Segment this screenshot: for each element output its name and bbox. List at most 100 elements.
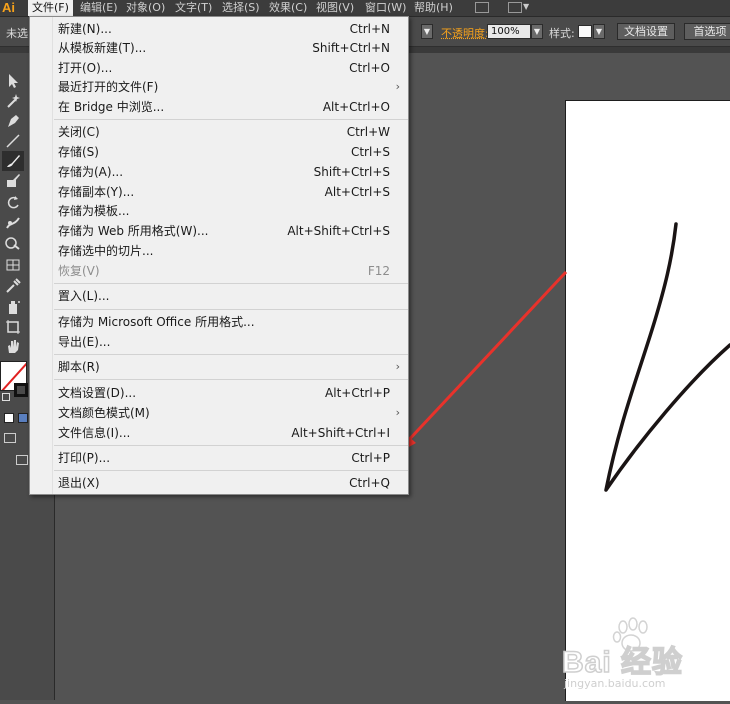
graphic-style-swatch[interactable] — [578, 25, 592, 38]
stroke-weight-dropdown[interactable]: ▼ — [421, 24, 433, 39]
menu-object[interactable]: 对象(O) — [122, 0, 169, 16]
menu-item-file-info[interactable]: 文件信息(I)... Alt+Shift+Ctrl+I — [30, 423, 408, 443]
menu-separator — [54, 379, 408, 380]
default-colors-icon[interactable] — [2, 393, 10, 401]
menu-item-print[interactable]: 打印(P)... Ctrl+P — [30, 448, 408, 468]
selection-tool-icon[interactable] — [2, 71, 24, 91]
magic-wand-tool-icon[interactable] — [2, 91, 24, 111]
menu-select[interactable]: 选择(S) — [218, 0, 264, 16]
menu-effect[interactable]: 效果(C) — [265, 0, 311, 16]
menu-item-new[interactable]: 新建(N)... Ctrl+N — [30, 19, 408, 39]
file-menu-dropdown: 新建(N)... Ctrl+N 从模板新建(T)... Shift+Ctrl+N… — [29, 16, 409, 495]
submenu-arrow-icon: › — [395, 360, 400, 373]
menu-item-label: 从模板新建(T)... — [58, 41, 147, 55]
menu-item-save-copy[interactable]: 存储副本(Y)... Alt+Ctrl+S — [30, 182, 408, 202]
selection-status: 未选 — [6, 27, 28, 40]
blob-brush-tool-icon[interactable] — [2, 171, 24, 191]
eyedropper-tool-icon[interactable] — [2, 275, 24, 295]
watermark-subtext: jingyan.baidu.com — [564, 677, 666, 690]
menu-item-label: 导出(E)... — [58, 335, 111, 349]
menu-item-label: 关闭(C) — [58, 125, 100, 139]
menu-separator — [54, 445, 408, 446]
menu-item-save-selected-slices[interactable]: 存储选中的切片... — [30, 241, 408, 261]
menu-item-scripts[interactable]: 脚本(R) › — [30, 357, 408, 377]
menu-item-label: 文件信息(I)... — [58, 426, 131, 440]
chevron-down-icon[interactable]: ▼ — [523, 2, 529, 11]
menu-item-save-for-office[interactable]: 存储为 Microsoft Office 所用格式... — [30, 312, 408, 332]
menu-item-label: 存储为 Web 所用格式(W)... — [58, 224, 209, 238]
menu-item-place[interactable]: 置入(L)... — [30, 286, 408, 306]
pen-tool-icon[interactable] — [2, 111, 24, 131]
menu-item-open[interactable]: 打开(O)... Ctrl+O — [30, 58, 408, 78]
warp-tool-icon[interactable] — [2, 213, 24, 233]
menu-item-label: 存储副本(Y)... — [58, 185, 135, 199]
menu-item-open-recent[interactable]: 最近打开的文件(F) › — [30, 77, 408, 97]
menu-window[interactable]: 窗口(W) — [361, 0, 410, 16]
menu-separator — [54, 354, 408, 355]
menu-item-label: 打开(O)... — [58, 61, 113, 75]
annotation-arrow-shaft — [403, 270, 568, 446]
menu-item-exit[interactable]: 退出(X) Ctrl+Q — [30, 473, 408, 493]
menu-item-label: 恢复(V) — [58, 264, 100, 278]
rotate-tool-icon[interactable] — [2, 193, 24, 213]
submenu-arrow-icon: › — [395, 406, 400, 419]
menu-item-label: 最近打开的文件(F) — [58, 80, 159, 94]
arrange-documents-icon[interactable] — [508, 2, 522, 13]
menu-item-label: 退出(X) — [58, 476, 100, 490]
menu-item-revert: 恢复(V) F12 — [30, 261, 408, 281]
menu-file[interactable]: 文件(F) — [28, 0, 73, 16]
draw-mode-icon[interactable] — [4, 433, 16, 443]
menu-item-label: 存储选中的切片... — [58, 244, 154, 258]
menu-item-save[interactable]: 存储(S) Ctrl+S — [30, 142, 408, 162]
submenu-arrow-icon: › — [395, 80, 400, 93]
menu-edit[interactable]: 编辑(E) — [76, 0, 122, 16]
gradient-mode-icon[interactable] — [18, 413, 28, 423]
menu-item-save-as-template[interactable]: 存储为模板... — [30, 201, 408, 221]
perspective-grid-tool-icon[interactable] — [2, 255, 24, 275]
opacity-label[interactable]: 不透明度: — [441, 25, 489, 41]
artboard[interactable] — [565, 100, 730, 701]
hand-tool-icon[interactable] — [2, 337, 24, 357]
menu-separator — [54, 470, 408, 471]
menu-item-shortcut: Ctrl+P — [351, 451, 390, 465]
watermark-text: Bai 经验 — [561, 645, 684, 680]
style-dropdown[interactable]: ▼ — [593, 24, 605, 39]
menu-view[interactable]: 视图(V) — [312, 0, 358, 16]
menu-item-browse-in-bridge[interactable]: 在 Bridge 中浏览... Alt+Ctrl+O — [30, 97, 408, 117]
menu-item-shortcut: Ctrl+N — [349, 22, 390, 36]
watermark-logo: Bai 经验 jingyan.baidu.com — [560, 615, 730, 700]
menu-item-shortcut: Alt+Ctrl+O — [322, 100, 390, 114]
document-setup-button[interactable]: 文档设置 — [617, 23, 675, 40]
menu-item-shortcut: Alt+Ctrl+S — [324, 185, 390, 199]
preferences-button[interactable]: 首选项 — [684, 23, 730, 40]
stroke-color-swatch[interactable] — [14, 383, 28, 397]
artboard-tool-icon[interactable] — [2, 317, 24, 337]
color-mode-icon[interactable] — [4, 413, 14, 423]
menu-item-shortcut: Alt+Shift+Ctrl+S — [287, 224, 390, 238]
bridge-icon[interactable] — [475, 2, 489, 13]
menu-item-document-setup[interactable]: 文档设置(D)... Alt+Ctrl+P — [30, 383, 408, 403]
opacity-input[interactable]: 100% — [487, 24, 531, 39]
menu-item-shortcut: Shift+Ctrl+N — [312, 41, 390, 55]
opacity-dropdown[interactable]: ▼ — [531, 24, 543, 39]
menu-item-document-color-mode[interactable]: 文档颜色模式(M) › — [30, 403, 408, 423]
menu-help[interactable]: 帮助(H) — [410, 0, 457, 16]
menu-item-close[interactable]: 关闭(C) Ctrl+W — [30, 122, 408, 142]
menu-item-save-for-web[interactable]: 存储为 Web 所用格式(W)... Alt+Shift+Ctrl+S — [30, 221, 408, 241]
menu-item-label: 在 Bridge 中浏览... — [58, 100, 165, 114]
menu-item-shortcut: Alt+Shift+Ctrl+I — [291, 426, 390, 440]
menu-item-shortcut: F12 — [367, 264, 390, 278]
menu-item-new-from-template[interactable]: 从模板新建(T)... Shift+Ctrl+N — [30, 38, 408, 58]
shape-builder-tool-icon[interactable] — [2, 233, 24, 253]
menu-item-save-as[interactable]: 存储为(A)... Shift+Ctrl+S — [30, 162, 408, 182]
line-tool-icon[interactable] — [2, 131, 24, 151]
style-label: 样式: — [549, 27, 575, 40]
menu-type[interactable]: 文字(T) — [171, 0, 216, 16]
paintbrush-tool-icon[interactable] — [2, 151, 24, 171]
menu-item-label: 存储(S) — [58, 145, 99, 159]
screen-mode-icon[interactable] — [16, 455, 28, 465]
menu-item-export[interactable]: 导出(E)... — [30, 332, 408, 352]
menu-separator — [54, 119, 408, 120]
symbol-sprayer-tool-icon[interactable] — [2, 297, 24, 317]
menu-item-label: 存储为模板... — [58, 204, 130, 218]
